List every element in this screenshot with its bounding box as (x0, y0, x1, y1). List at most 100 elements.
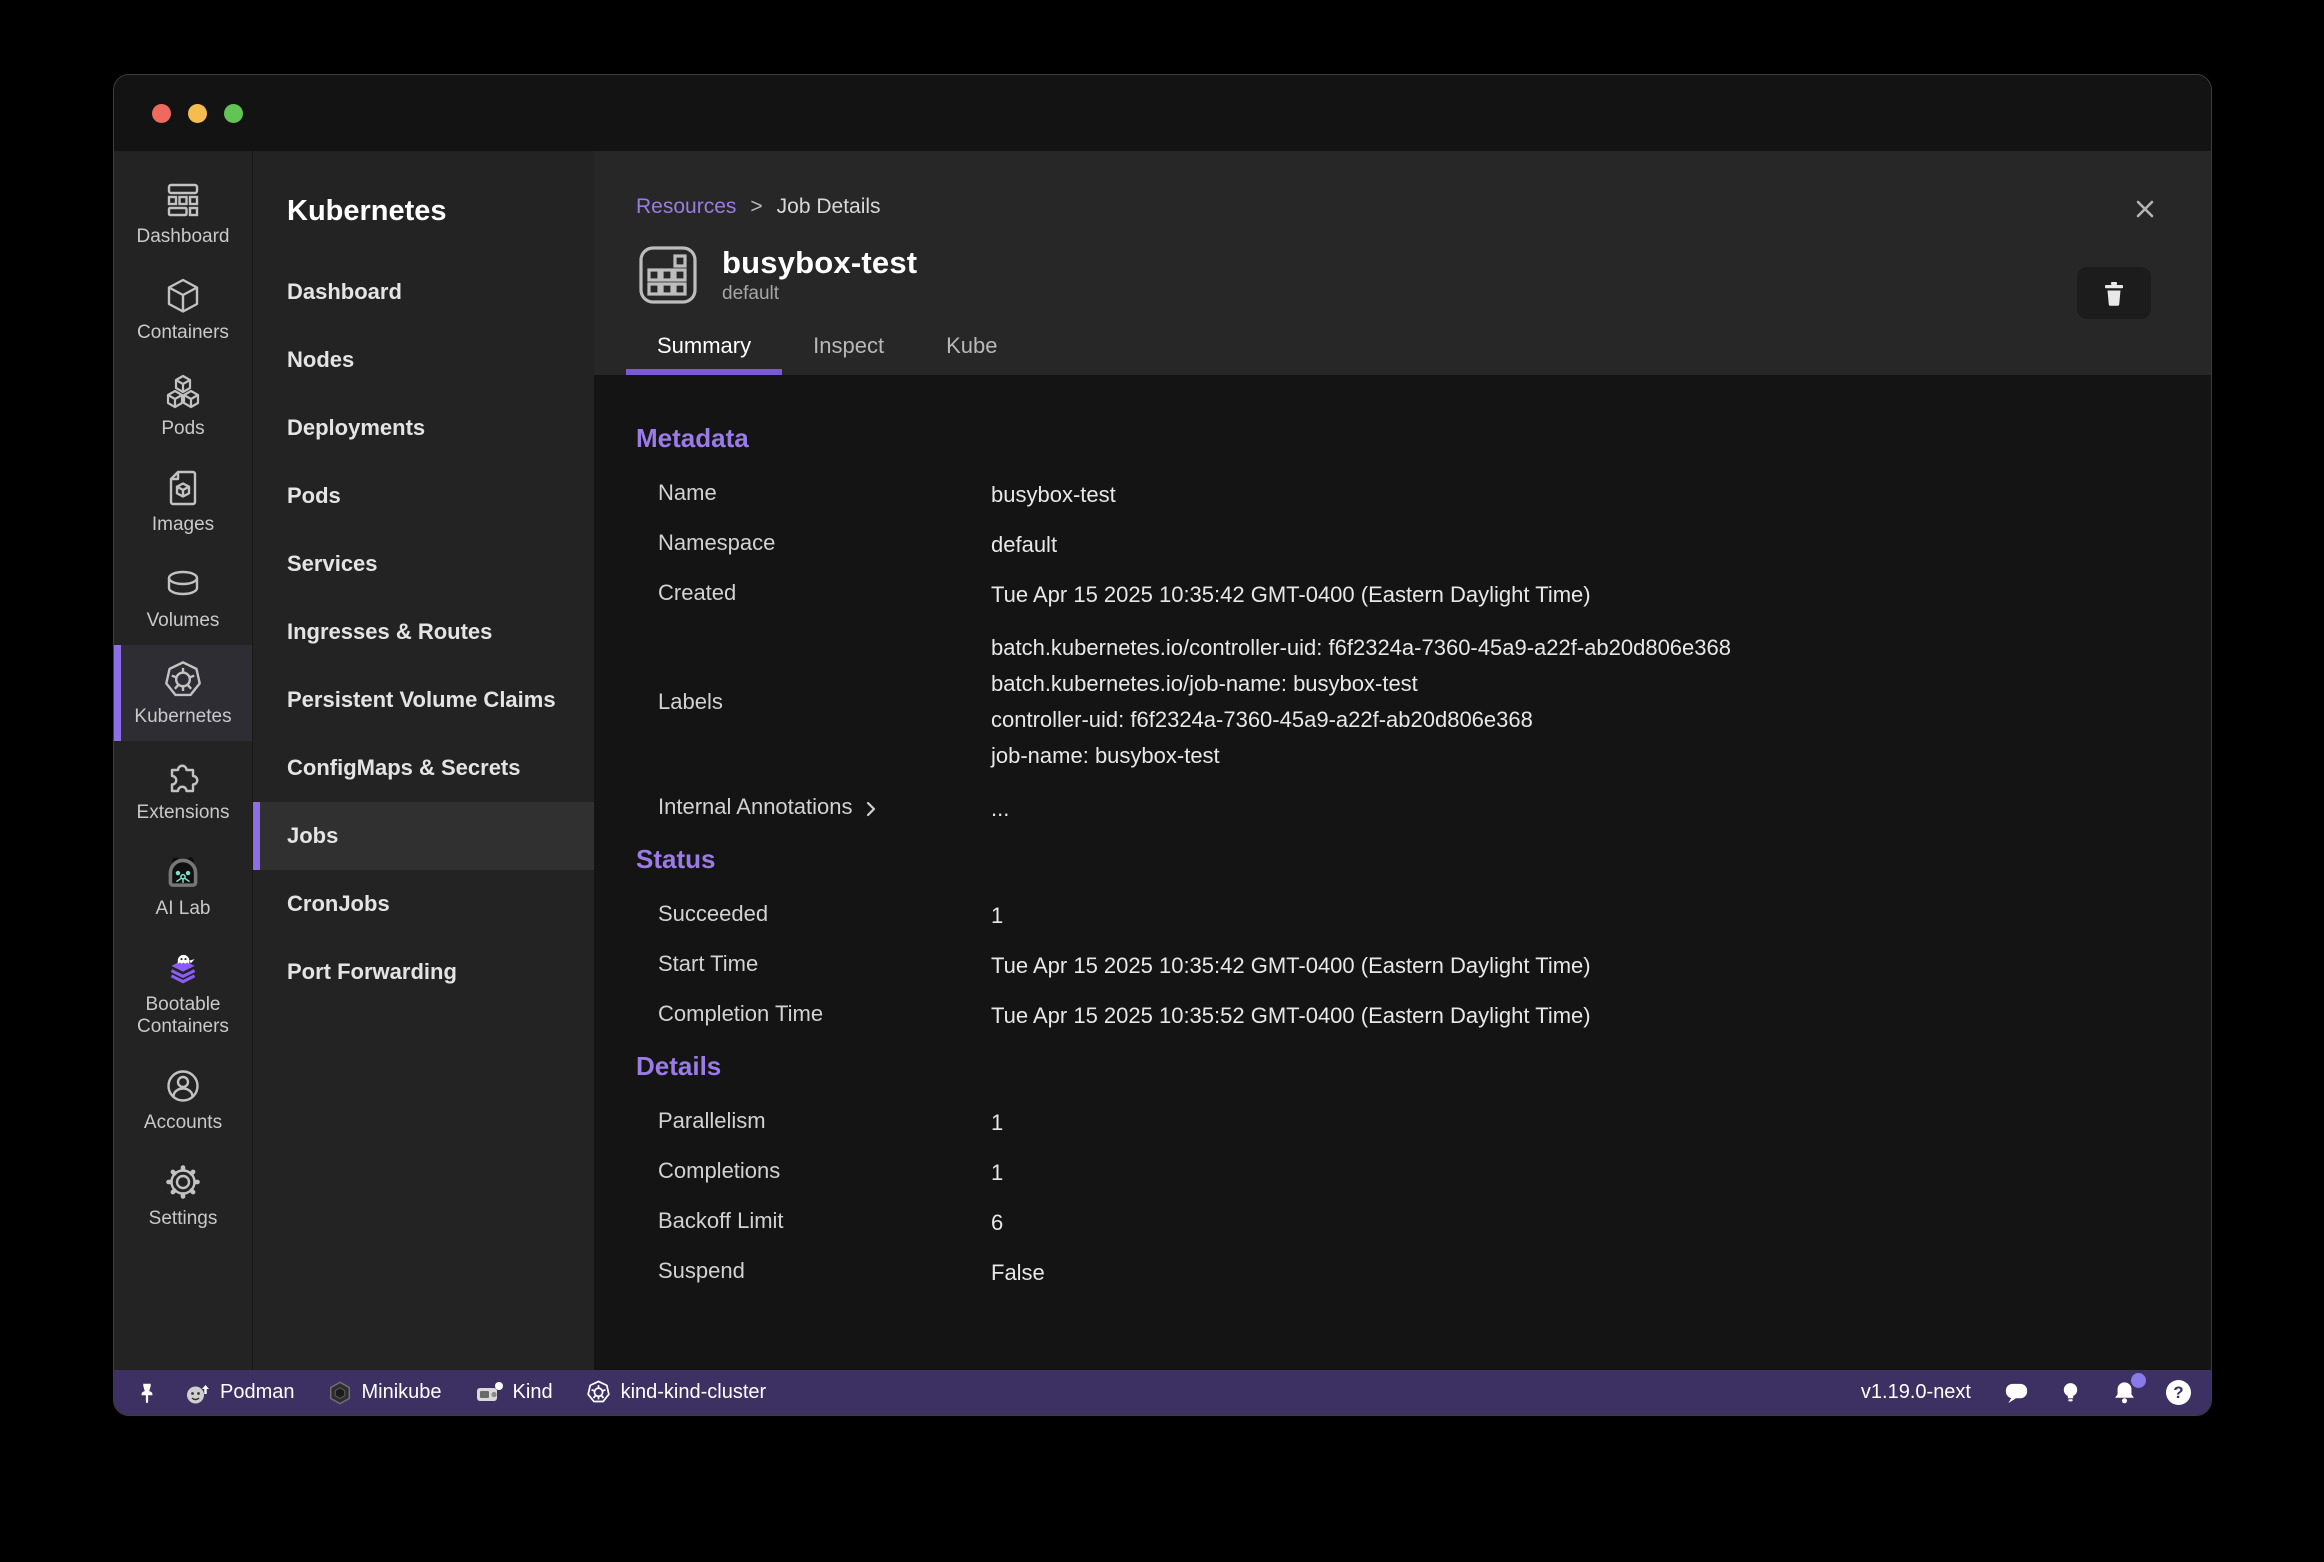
sidebar-item-persistent-volume-claims[interactable]: Persistent Volume Claims (253, 666, 594, 734)
sidebar-item-cronjobs[interactable]: CronJobs (253, 870, 594, 938)
details-row-parallelism: Parallelism 1 (636, 1098, 2169, 1148)
statusbar-item-podman[interactable]: Podman (174, 1379, 304, 1407)
rail-item-extensions[interactable]: Extensions (114, 741, 252, 837)
sidebar-item-nodes[interactable]: Nodes (253, 326, 594, 394)
label-line: controller-uid: f6f2324a-7360-45a9-a22f-… (991, 702, 1731, 738)
pin-icon[interactable] (134, 1380, 160, 1406)
metadata-row-name: Name busybox-test (636, 470, 2169, 520)
sidebar-item-pods[interactable]: Pods (253, 462, 594, 530)
notifications-bell-icon[interactable] (2111, 1379, 2138, 1406)
label-line: batch.kubernetes.io/job-name: busybox-te… (991, 666, 1731, 702)
rail-item-kubernetes[interactable]: Kubernetes (114, 645, 252, 741)
status-row-start-time: Start Time Tue Apr 15 2025 10:35:42 GMT-… (636, 941, 2169, 991)
sidebar-item-ingresses-routes[interactable]: Ingresses & Routes (253, 598, 594, 666)
lightbulb-icon[interactable] (2058, 1380, 2083, 1405)
pods-icon (163, 370, 203, 414)
notification-dot (2131, 1373, 2146, 1388)
breadcrumb-current: Job Details (777, 195, 881, 219)
kubernetes-cluster-icon (585, 1379, 612, 1406)
status-bar: Podman Minikube (114, 1370, 2211, 1415)
metadata-row-labels: Labels batch.kubernetes.io/controller-ui… (636, 620, 2169, 784)
sidebar-item-configmaps-secrets[interactable]: ConfigMaps & Secrets (253, 734, 594, 802)
icon-rail: Dashboard Containers (114, 151, 253, 1370)
main-panel: Resources > Job Details (594, 151, 2211, 1370)
rail-item-label: Extensions (137, 802, 230, 824)
detail-tabs: Summary Inspect Kube (636, 333, 2211, 375)
version-label: v1.19.0-next (1861, 1381, 1971, 1404)
sidebar-item-jobs[interactable]: Jobs (253, 802, 594, 870)
sidebar-title: Kubernetes (253, 151, 594, 258)
containers-icon (163, 274, 203, 318)
minimize-window-button[interactable] (188, 104, 207, 123)
metadata-row-namespace: Namespace default (636, 520, 2169, 570)
rail-item-pods[interactable]: Pods (114, 357, 252, 453)
kind-icon (474, 1379, 504, 1407)
rail-item-volumes[interactable]: Volumes (114, 549, 252, 645)
tab-kube[interactable]: Kube (946, 333, 997, 375)
details-section: Details Parallelism 1 Completions 1 Back… (636, 1051, 2169, 1298)
rail-item-dashboard[interactable]: Dashboard (114, 165, 252, 261)
titlebar (114, 75, 2211, 151)
bootable-containers-icon (162, 946, 204, 990)
feedback-icon[interactable] (2003, 1379, 2030, 1406)
rail-item-label: Pods (161, 418, 204, 440)
rail-item-label: Bootable Containers (116, 994, 250, 1038)
status-section: Status Succeeded 1 Start Time Tue Apr 15… (636, 844, 2169, 1041)
rail-item-ai-lab[interactable]: AI Lab (114, 837, 252, 933)
breadcrumb-resources-link[interactable]: Resources (636, 195, 736, 219)
statusbar-item-kind[interactable]: Kind (465, 1379, 562, 1407)
metadata-section: Metadata Name busybox-test Namespace def… (636, 423, 2169, 834)
rail-item-label: Volumes (147, 610, 220, 632)
sidebar-item-dashboard[interactable]: Dashboard (253, 258, 594, 326)
rail-item-label: Kubernetes (134, 706, 231, 728)
rail-item-containers[interactable]: Containers (114, 261, 252, 357)
status-row-succeeded: Succeeded 1 (636, 891, 2169, 941)
statusbar-item-minikube[interactable]: Minikube (318, 1380, 451, 1406)
sidebar-item-services[interactable]: Services (253, 530, 594, 598)
app-window: Dashboard Containers (113, 74, 2212, 1416)
rail-item-label: Containers (137, 322, 229, 344)
metadata-row-created: Created Tue Apr 15 2025 10:35:42 GMT-040… (636, 570, 2169, 620)
details-row-completions: Completions 1 (636, 1148, 2169, 1198)
minikube-icon (327, 1380, 353, 1406)
breadcrumb-separator: > (750, 195, 762, 219)
rail-item-label: Settings (149, 1208, 218, 1230)
tab-inspect[interactable]: Inspect (813, 333, 884, 375)
status-row-completion-time: Completion Time Tue Apr 15 2025 10:35:52… (636, 991, 2169, 1041)
rail-item-label: Images (152, 514, 214, 536)
trash-icon (2099, 278, 2129, 308)
job-details-header: Resources > Job Details (594, 151, 2211, 375)
volumes-icon (163, 562, 203, 606)
rail-item-accounts[interactable]: Accounts (114, 1051, 252, 1147)
internal-annotations-label: Internal Annotations (658, 794, 852, 820)
summary-content: Metadata Name busybox-test Namespace def… (594, 375, 2211, 1370)
rail-item-label: Dashboard (137, 226, 230, 248)
rail-item-images[interactable]: Images (114, 453, 252, 549)
sidebar-item-deployments[interactable]: Deployments (253, 394, 594, 462)
tab-summary[interactable]: Summary (657, 333, 751, 375)
maximize-window-button[interactable] (224, 104, 243, 123)
images-icon (163, 466, 203, 510)
rail-item-bootable-containers[interactable]: Bootable Containers (114, 933, 252, 1051)
delete-job-button[interactable] (2077, 267, 2151, 319)
label-line: batch.kubernetes.io/controller-uid: f6f2… (991, 630, 1731, 666)
metadata-heading: Metadata (636, 423, 2169, 454)
metadata-row-internal-annotations: Internal Annotations ... (636, 784, 2169, 834)
sidebar-item-port-forwarding[interactable]: Port Forwarding (253, 938, 594, 1006)
rail-item-settings[interactable]: Settings (114, 1147, 252, 1243)
traffic-lights (152, 104, 243, 123)
settings-icon (163, 1160, 203, 1204)
statusbar-item-kind-kind-cluster[interactable]: kind-kind-cluster (576, 1379, 776, 1406)
dashboard-icon (163, 178, 203, 222)
label-line: job-name: busybox-test (991, 738, 1731, 774)
breadcrumb: Resources > Job Details (636, 151, 2211, 219)
page-title: busybox-test (722, 245, 917, 281)
close-window-button[interactable] (152, 104, 171, 123)
chevron-right-icon[interactable] (862, 797, 880, 821)
kubernetes-icon (161, 658, 205, 702)
close-icon[interactable] (2131, 195, 2159, 223)
podman-icon (183, 1379, 211, 1407)
details-row-suspend: Suspend False (636, 1248, 2169, 1298)
namespace-label: default (722, 283, 917, 305)
help-icon[interactable]: ? (2166, 1380, 2191, 1405)
